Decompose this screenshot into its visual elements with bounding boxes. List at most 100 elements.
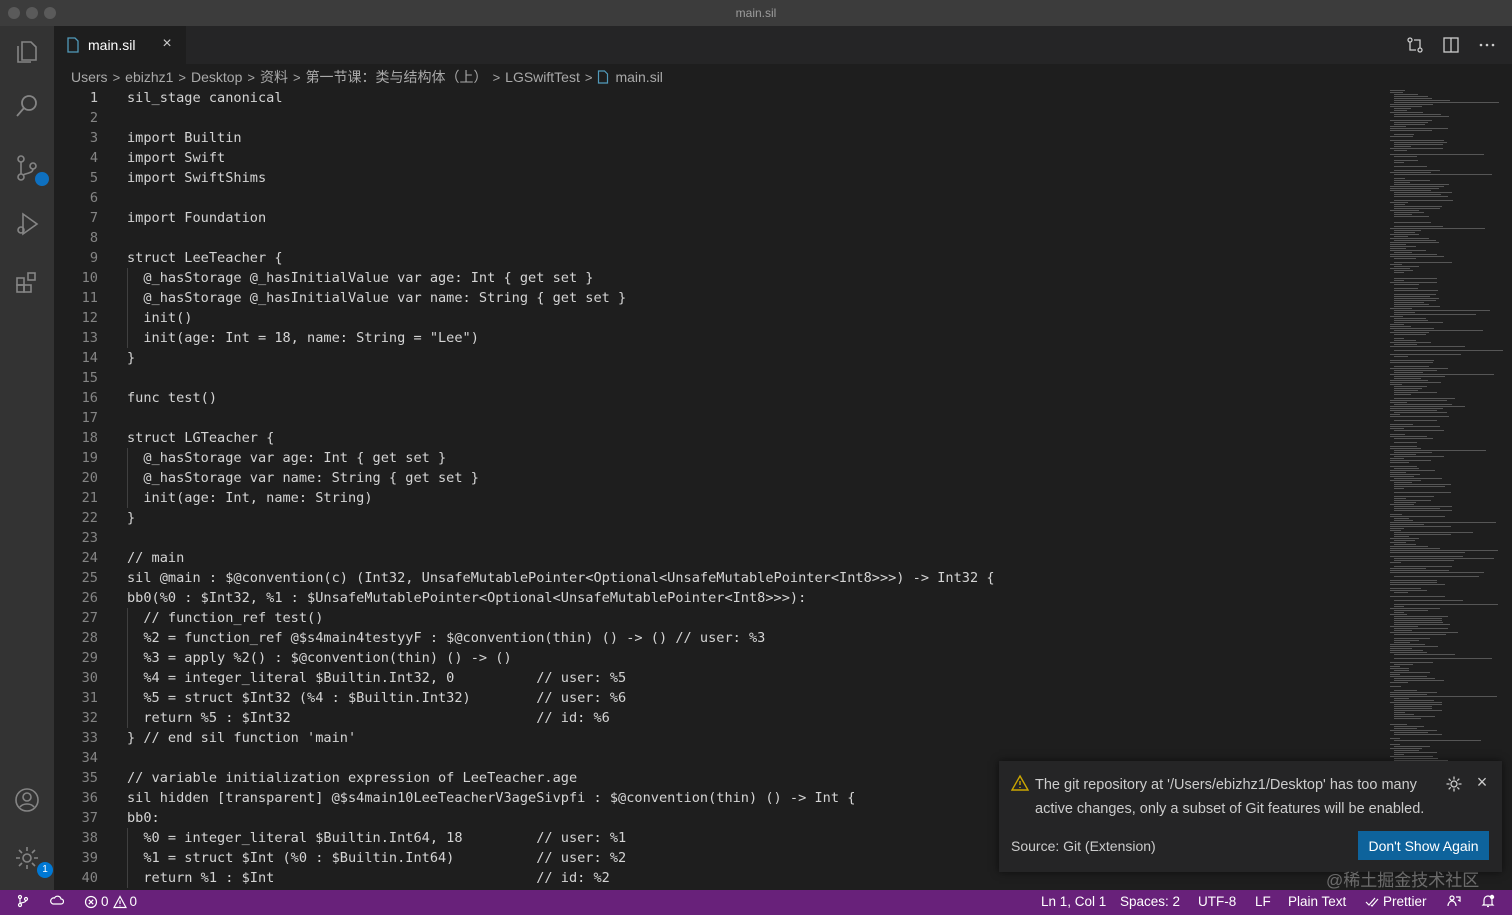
manage-button[interactable]: 1 xyxy=(9,840,53,878)
breadcrumb-item-desktop[interactable]: Desktop xyxy=(191,69,242,85)
problems-status[interactable]: 0 0 xyxy=(84,894,137,909)
code-line[interactable]: 31 %5 = struct $Int32 (%4 : $Builtin.Int… xyxy=(54,688,1388,708)
error-icon xyxy=(84,895,98,908)
breadcrumb-item-ebizhz1[interactable]: ebizhz1 xyxy=(125,69,173,85)
dont-show-again-button[interactable]: Don't Show Again xyxy=(1358,831,1489,860)
minimap-line xyxy=(1394,642,1410,643)
minimap-line xyxy=(1390,210,1419,211)
source-control-button[interactable] xyxy=(9,150,51,188)
code-line[interactable]: 2 xyxy=(54,108,1388,128)
account-icon xyxy=(15,788,39,812)
code-line[interactable]: 12 init() xyxy=(54,308,1388,328)
gear-icon[interactable] xyxy=(1445,775,1463,793)
code-line[interactable]: 11 @_hasStorage @_hasInitialValue var na… xyxy=(54,288,1388,308)
code-line[interactable]: 3 import Builtin xyxy=(54,128,1388,148)
line-number: 33 xyxy=(81,730,98,746)
line-number: 38 xyxy=(81,830,98,846)
breadcrumb-item-lesson[interactable]: 第一节课：类与结构体（上） xyxy=(306,67,488,87)
minimap-line xyxy=(1390,454,1416,455)
code-line[interactable]: 30 %4 = integer_literal $Builtin.Int32, … xyxy=(54,668,1388,688)
explorer-button[interactable] xyxy=(9,34,45,70)
indent-guide xyxy=(127,708,128,728)
eol-status[interactable]: LF xyxy=(1255,894,1271,909)
minimap-line xyxy=(1394,706,1432,707)
indentation-status[interactable]: Spaces: 2 xyxy=(1120,894,1180,909)
code-line[interactable]: 23 xyxy=(54,528,1388,548)
breadcrumb-item-users[interactable]: Users xyxy=(71,69,108,85)
language-mode[interactable]: Plain Text xyxy=(1288,894,1346,909)
prettier-label: Prettier xyxy=(1383,894,1427,909)
sync-status[interactable] xyxy=(50,894,64,908)
line-text: } xyxy=(127,350,136,366)
minimap-line xyxy=(1390,744,1400,745)
code-line[interactable]: 20 @_hasStorage var name: String { get s… xyxy=(54,468,1388,488)
minimap-line xyxy=(1394,290,1438,291)
minimap-line xyxy=(1390,458,1404,459)
code-line[interactable]: 6 xyxy=(54,188,1388,208)
breadcrumb-item-file[interactable]: main.sil xyxy=(615,69,662,85)
minimap-line xyxy=(1394,124,1425,125)
accounts-button[interactable] xyxy=(9,782,45,818)
code-line[interactable]: 26 bb0(%0 : $Int32, %1 : $UnsafeMutablePo… xyxy=(54,588,1388,608)
code-line[interactable]: 21 init(age: Int, name: String) xyxy=(54,488,1388,508)
code-line[interactable]: 18 struct LGTeacher { xyxy=(54,428,1388,448)
code-line[interactable]: 16 func test() xyxy=(54,388,1388,408)
line-number: 14 xyxy=(81,350,98,366)
code-line[interactable]: 33} // end sil function 'main' xyxy=(54,728,1388,748)
minimap-line xyxy=(1394,370,1437,371)
code-line[interactable]: 27 // function_ref test() xyxy=(54,608,1388,628)
minimap-line xyxy=(1390,546,1428,547)
code-line[interactable]: 19 @_hasStorage var age: Int { get set } xyxy=(54,448,1388,468)
tab-main-sil[interactable]: main.sil × xyxy=(54,26,186,64)
code-line[interactable]: 24 // main xyxy=(54,548,1388,568)
close-icon[interactable]: × xyxy=(1473,773,1491,791)
code-line[interactable]: 5 import SwiftShims xyxy=(54,168,1388,188)
minimap-line xyxy=(1390,548,1440,549)
minimap-line xyxy=(1390,724,1407,725)
breadcrumb-item-materials[interactable]: 资料 xyxy=(260,67,288,87)
line-number: 25 xyxy=(81,570,98,586)
code-line[interactable]: 15 xyxy=(54,368,1388,388)
code-line[interactable]: 4 import Swift xyxy=(54,148,1388,168)
code-line[interactable]: 14} xyxy=(54,348,1388,368)
minimap-line xyxy=(1390,686,1401,687)
run-debug-button[interactable] xyxy=(9,206,45,242)
code-line[interactable]: 25 sil @main : $@convention(c) (Int32, Un… xyxy=(54,568,1388,588)
code-line[interactable]: 8 xyxy=(54,228,1388,248)
code-line[interactable]: 28 %2 = function_ref @$s4main4testyyF : … xyxy=(54,628,1388,648)
code-line[interactable]: 9 struct LeeTeacher { xyxy=(54,248,1388,268)
code-line[interactable]: 17 xyxy=(54,408,1388,428)
code-line[interactable]: 10 @_hasStorage @_hasInitialValue var ag… xyxy=(54,268,1388,288)
line-number: 5 xyxy=(89,170,98,186)
minimap-line xyxy=(1394,628,1448,629)
feedback-button[interactable] xyxy=(1447,894,1461,908)
minimap-line xyxy=(1390,652,1427,653)
breadcrumb-item-project[interactable]: LGSwiftTest xyxy=(505,69,580,85)
minimap-line xyxy=(1390,446,1417,447)
code-line[interactable]: 13 init(age: Int = 18, name: String = "L… xyxy=(54,328,1388,348)
minimap-line xyxy=(1390,362,1433,363)
open-changes-icon[interactable] xyxy=(1406,36,1424,54)
notifications-button[interactable] xyxy=(1481,894,1495,908)
encoding-status[interactable]: UTF-8 xyxy=(1198,894,1236,909)
code-line[interactable]: 22} xyxy=(54,508,1388,528)
minimap-line xyxy=(1394,350,1503,351)
code-line[interactable]: 29 %3 = apply %2() : $@convention(thin) … xyxy=(54,648,1388,668)
line-number: 22 xyxy=(81,510,98,526)
more-actions-icon[interactable] xyxy=(1478,36,1496,54)
cursor-position[interactable]: Ln 1, Col 1 xyxy=(1041,894,1106,909)
branch-status[interactable] xyxy=(16,894,30,908)
code-line[interactable]: 32 return %5 : $Int32 // id: %6 xyxy=(54,708,1388,728)
line-number: 26 xyxy=(81,590,98,606)
code-line[interactable]: 7 import Foundation xyxy=(54,208,1388,228)
extensions-button[interactable] xyxy=(9,264,45,300)
line-number: 6 xyxy=(89,190,98,206)
search-button[interactable] xyxy=(9,88,45,124)
prettier-status[interactable]: Prettier xyxy=(1365,894,1427,909)
minimap-line xyxy=(1394,334,1426,335)
code-line[interactable]: 1 sil_stage canonical xyxy=(54,88,1388,108)
minimap-line xyxy=(1394,178,1405,179)
split-editor-icon[interactable] xyxy=(1442,36,1460,54)
close-tab-icon[interactable]: × xyxy=(158,35,176,53)
minimap-line xyxy=(1390,562,1401,563)
